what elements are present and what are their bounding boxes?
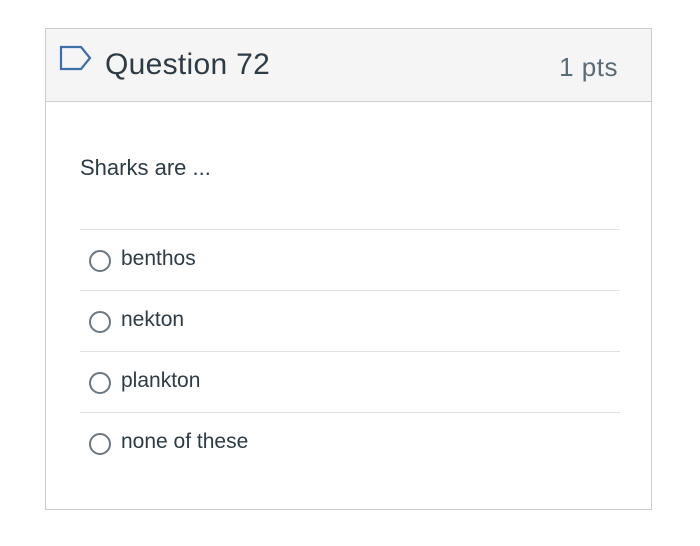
answer-label: benthos xyxy=(121,247,196,270)
answer-option[interactable]: plankton xyxy=(80,352,620,413)
radio-button[interactable] xyxy=(89,372,111,394)
question-card: Question 72 1 pts Sharks are ... benthos… xyxy=(45,28,652,510)
question-points: 1 pts xyxy=(559,52,618,82)
answer-option[interactable]: none of these xyxy=(80,413,620,474)
flag-icon[interactable] xyxy=(59,45,93,73)
question-header: Question 72 1 pts xyxy=(46,29,651,102)
answer-label: nekton xyxy=(121,308,185,331)
question-text: Sharks are ... xyxy=(80,155,211,180)
radio-button[interactable] xyxy=(89,433,111,455)
radio-button[interactable] xyxy=(89,311,111,333)
answer-option[interactable]: benthos xyxy=(80,230,620,291)
answer-label: none of these xyxy=(121,430,249,453)
answer-label: plankton xyxy=(121,369,201,392)
answer-option[interactable]: nekton xyxy=(80,291,620,352)
answer-list: benthos nekton plankton none of these xyxy=(80,229,620,474)
question-title: Question 72 xyxy=(105,48,271,81)
radio-button[interactable] xyxy=(89,250,111,272)
